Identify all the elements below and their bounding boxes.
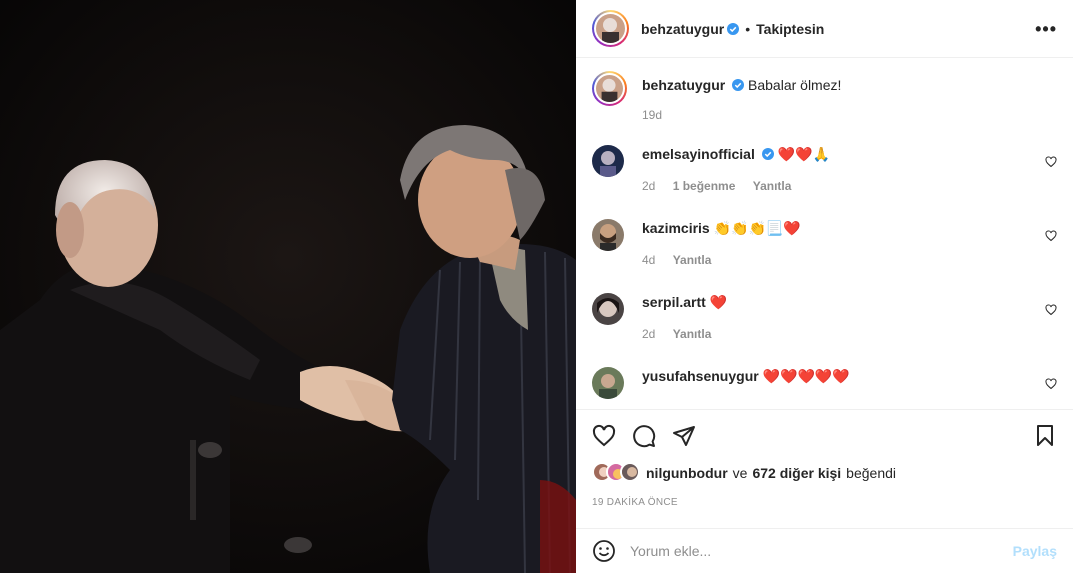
comment-composer: Paylaş bbox=[576, 528, 1073, 573]
avatar[interactable] bbox=[592, 293, 624, 325]
verified-badge-icon bbox=[732, 79, 745, 91]
comment-username[interactable]: serpil.artt bbox=[642, 294, 706, 310]
likes-suffix: beğendi bbox=[846, 465, 896, 481]
more-icon[interactable]: ••• bbox=[1035, 19, 1057, 40]
comment-username[interactable]: emelsayinofficial bbox=[642, 146, 755, 162]
action-bar bbox=[576, 409, 1073, 463]
comment-item: serpil.artt ❤️ 2d Yanıtla bbox=[592, 293, 1057, 343]
emoji-icon[interactable] bbox=[592, 539, 616, 563]
liker-avatars[interactable] bbox=[592, 462, 642, 484]
comment-text: ❤️❤️❤️❤️❤️ bbox=[762, 368, 850, 384]
heart-icon[interactable] bbox=[1045, 378, 1057, 390]
avatar[interactable] bbox=[592, 10, 629, 47]
avatar[interactable] bbox=[592, 367, 624, 399]
comment-text: ❤️ bbox=[709, 294, 728, 310]
avatar[interactable] bbox=[592, 71, 627, 106]
caption: behzatuygur Babalar ölmez! 19d bbox=[592, 71, 1057, 124]
photo-two-men-handshake bbox=[0, 0, 576, 573]
share-icon[interactable] bbox=[672, 424, 696, 448]
comment-item: kazimciris 👏👏👏📃❤️ 4d Yanıtla bbox=[592, 219, 1057, 269]
comment-item: yusufahsenuygur ❤️❤️❤️❤️❤️ bbox=[592, 367, 1057, 399]
heart-icon[interactable] bbox=[592, 424, 616, 448]
comment-likes[interactable]: 1 beğenme bbox=[673, 179, 736, 193]
heart-icon[interactable] bbox=[1045, 304, 1057, 316]
comment-time[interactable]: 2d bbox=[642, 327, 655, 341]
post-header: behzatuygur • Takiptesin ••• bbox=[576, 0, 1073, 58]
comment-username[interactable]: yusufahsenuygur bbox=[642, 368, 759, 384]
comment-icon[interactable] bbox=[632, 424, 656, 448]
reply-button[interactable]: Yanıtla bbox=[753, 179, 792, 193]
heart-icon[interactable] bbox=[1045, 156, 1057, 168]
caption-text: Babalar ölmez! bbox=[748, 77, 842, 93]
comment-time[interactable]: 4d bbox=[642, 253, 655, 267]
post-time-ago[interactable]: 19 DAKİKA ÖNCE bbox=[592, 497, 678, 508]
post-photo[interactable] bbox=[0, 0, 576, 573]
likes-others[interactable]: 672 diğer kişi bbox=[752, 465, 841, 481]
comment-time[interactable]: 2d bbox=[642, 179, 655, 193]
comment-item: emelsayinofficial ❤️❤️🙏 2d 1 beğenme Yan… bbox=[592, 145, 1057, 195]
post-button[interactable]: Paylaş bbox=[1013, 543, 1057, 559]
likes-summary: nilgunbodur ve 672 diğer kişi beğendi bbox=[592, 462, 896, 484]
follow-status[interactable]: Takiptesin bbox=[756, 21, 824, 37]
bookmark-icon[interactable] bbox=[1033, 424, 1057, 448]
post-sidebar: behzatuygur • Takiptesin ••• behzatuygur… bbox=[576, 0, 1073, 573]
comment-text: ❤️❤️🙏 bbox=[777, 146, 830, 162]
likes-conj: ve bbox=[732, 465, 748, 481]
avatar[interactable] bbox=[592, 219, 624, 251]
comment-input[interactable] bbox=[630, 543, 1013, 559]
avatar[interactable] bbox=[592, 145, 624, 177]
reply-button[interactable]: Yanıtla bbox=[673, 327, 712, 341]
first-liker[interactable]: nilgunbodur bbox=[646, 465, 728, 481]
separator-dot: • bbox=[745, 20, 751, 37]
heart-icon[interactable] bbox=[1045, 230, 1057, 242]
comment-list: behzatuygur Babalar ölmez! 19d emelsayin… bbox=[576, 59, 1073, 409]
verified-badge-icon bbox=[761, 148, 774, 160]
comment-username[interactable]: kazimciris bbox=[642, 220, 710, 236]
verified-badge-icon bbox=[727, 22, 740, 35]
reply-button[interactable]: Yanıtla bbox=[673, 253, 712, 267]
caption-username[interactable]: behzatuygur bbox=[642, 77, 725, 93]
comment-text: 👏👏👏📃❤️ bbox=[713, 220, 801, 236]
caption-time[interactable]: 19d bbox=[642, 108, 662, 122]
author-username[interactable]: behzatuygur bbox=[641, 21, 724, 37]
